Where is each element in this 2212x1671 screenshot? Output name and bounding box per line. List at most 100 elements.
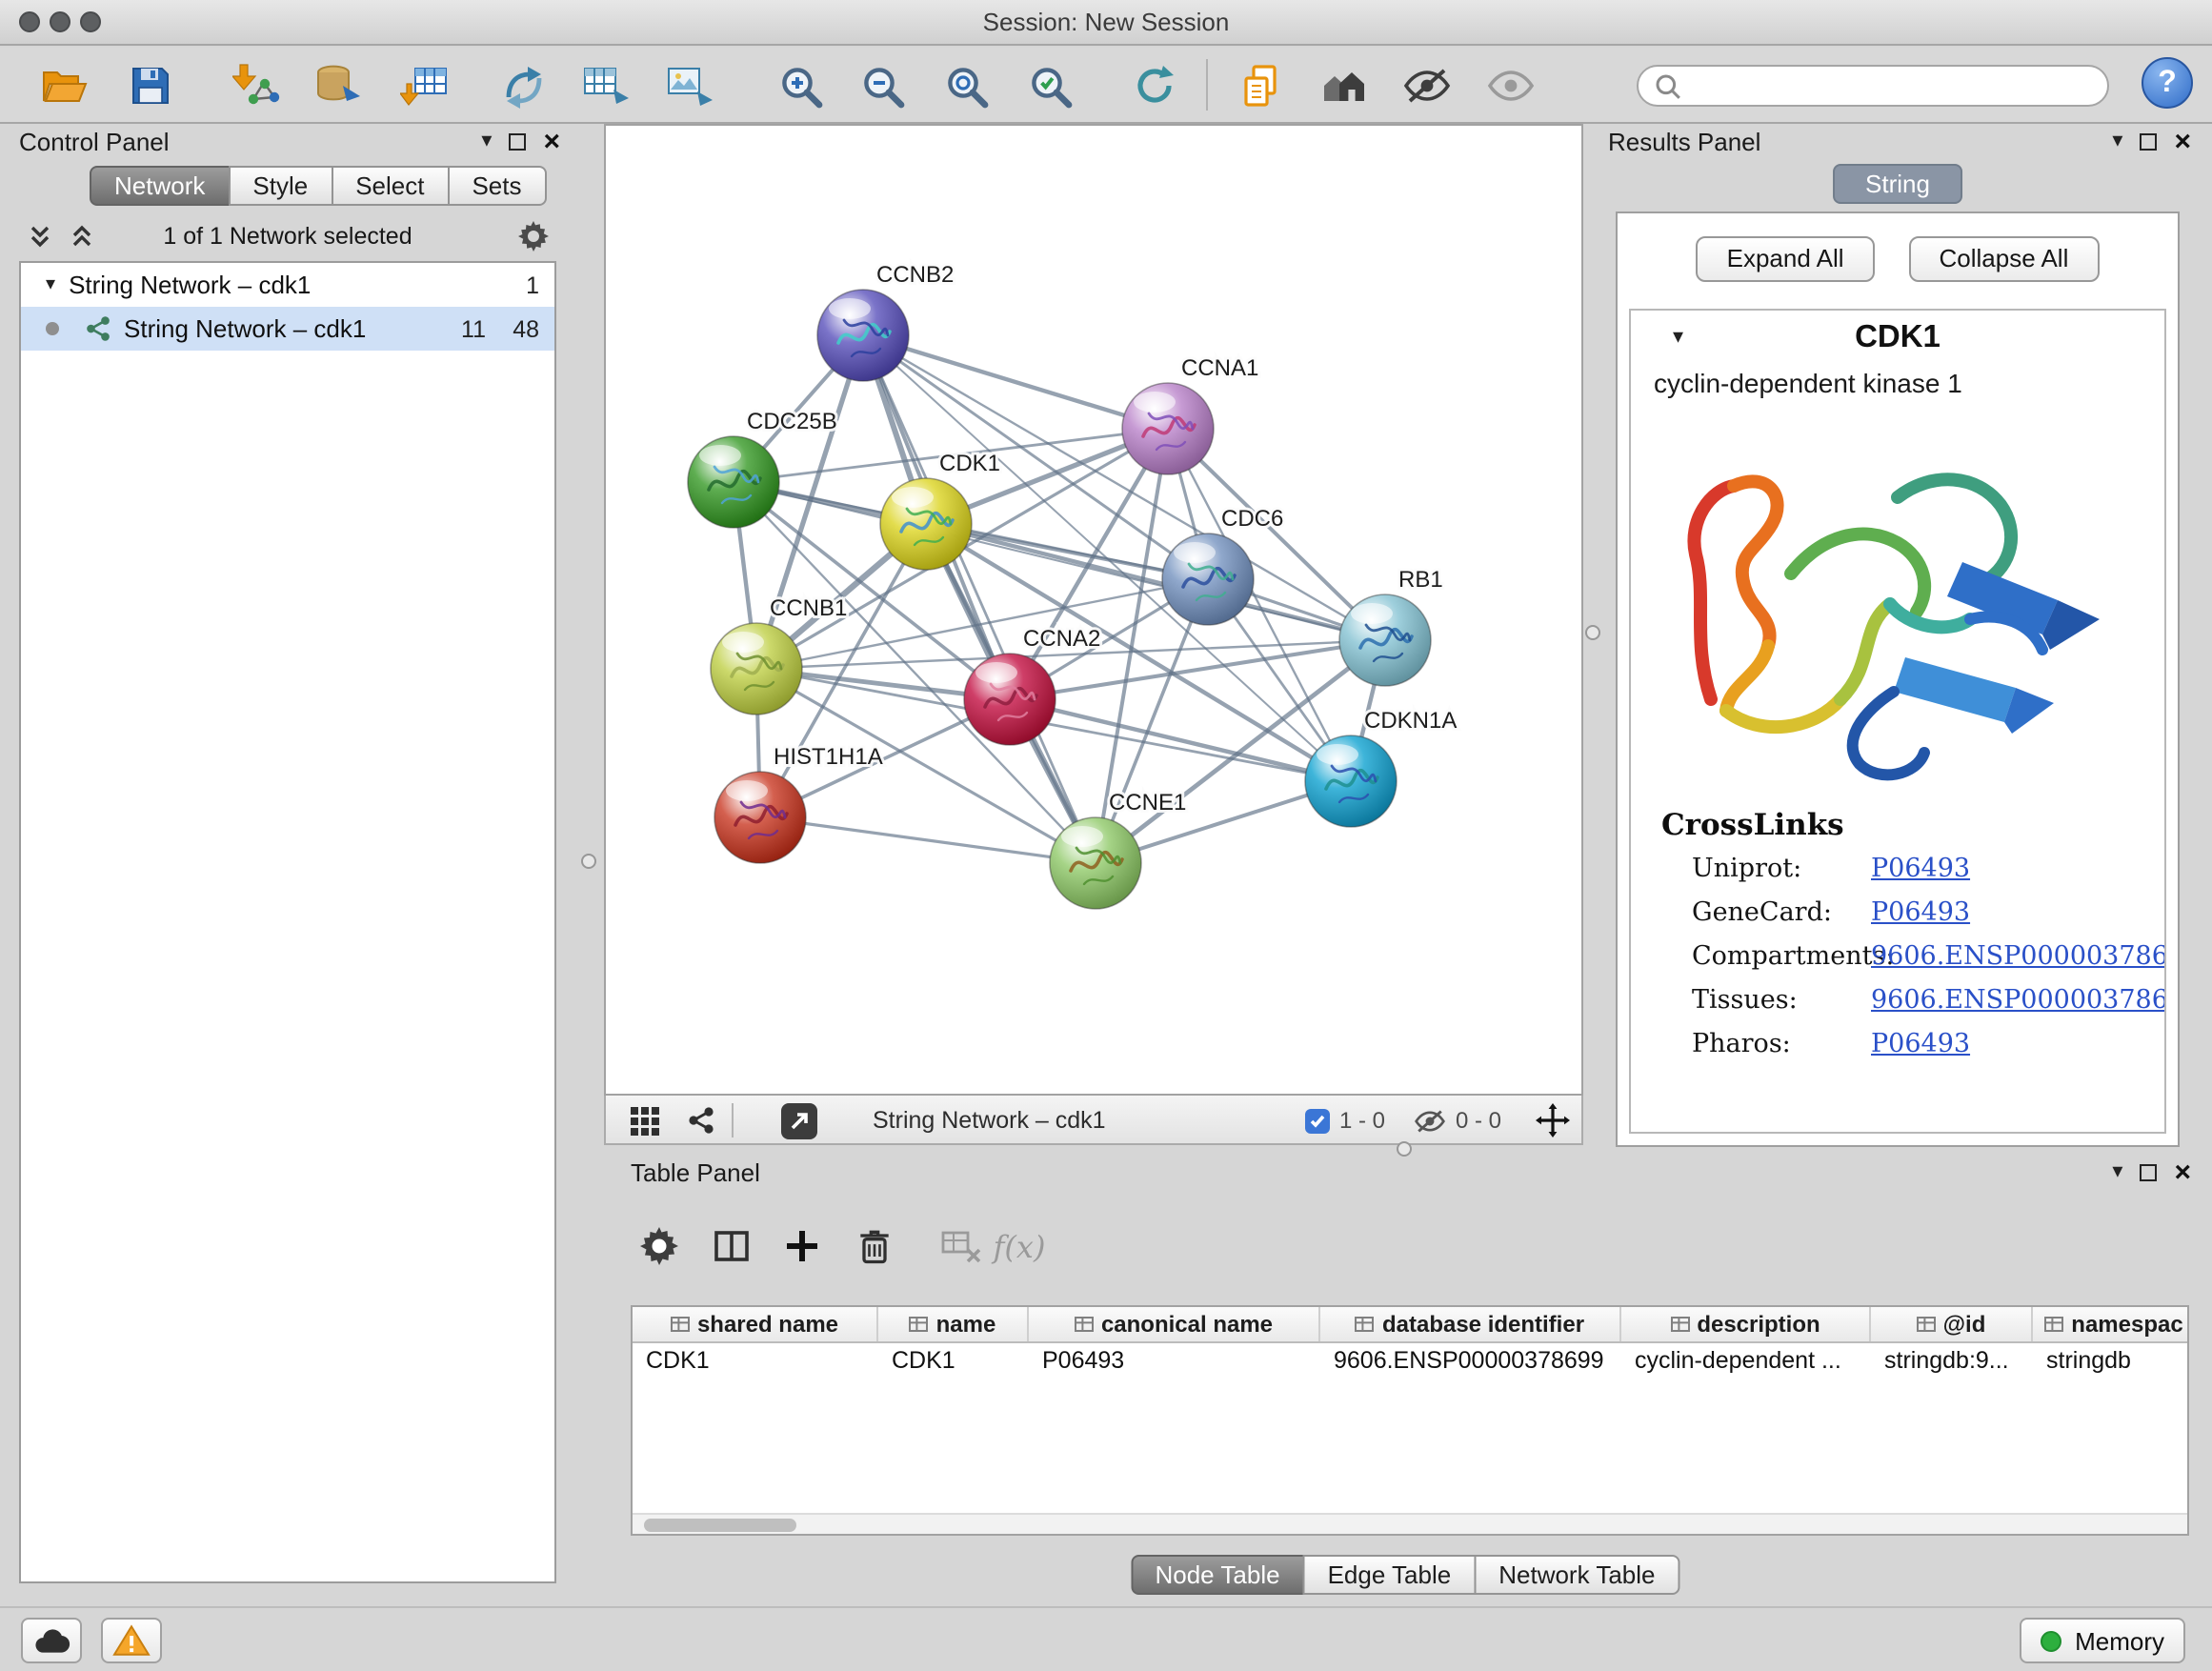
edge-CCNA2-CDKN1A[interactable]: [1010, 699, 1351, 781]
birds-eye-grid-button[interactable]: [629, 1096, 661, 1145]
network-node-ccnb2[interactable]: CCNB2: [817, 262, 954, 381]
copy-document-icon: [1236, 62, 1283, 110]
network-canvas[interactable]: CCNB2CCNA1CDC25BCDK1CDC6RB1CCNB1CCNA2CDK…: [606, 126, 1581, 1094]
panel-menu-icon[interactable]: ▾: [2112, 128, 2122, 154]
edge-HIST1H1A-CCNE1[interactable]: [760, 817, 1096, 863]
home-networks-button[interactable]: [1317, 57, 1374, 114]
gene-section-header[interactable]: ▾ CDK1: [1631, 311, 2164, 364]
bottom-splitter-handle[interactable]: [1397, 1141, 1412, 1157]
results-panel-header: Results Panel ▾ ×: [1600, 124, 2195, 162]
network-view[interactable]: CCNB2CCNA1CDC25BCDK1CDC6RB1CCNB1CCNA2CDK…: [604, 124, 1583, 1096]
delete-column-button[interactable]: [846, 1218, 903, 1275]
help-button[interactable]: ?: [2142, 57, 2193, 109]
hidden-count: 0 - 0: [1456, 1107, 1501, 1134]
network-node-cdc25b[interactable]: CDC25B: [688, 409, 837, 528]
column-header-@id[interactable]: @id: [1871, 1307, 2033, 1341]
zoom-in-button[interactable]: [772, 57, 829, 114]
column-header-description[interactable]: description: [1621, 1307, 1871, 1341]
network-node-rb1[interactable]: RB1: [1339, 567, 1443, 686]
panel-close-icon[interactable]: ×: [2174, 1159, 2191, 1184]
collection-row[interactable]: ▾ String Network – cdk1 1: [21, 263, 554, 307]
selected-checkbox[interactable]: 1 - 0: [1305, 1096, 1385, 1145]
warnings-button[interactable]: [101, 1618, 162, 1663]
table-row[interactable]: CDK1CDK1P064939606.ENSP00000378699cyclin…: [633, 1343, 2187, 1379]
panel-close-icon[interactable]: ×: [2174, 129, 2191, 153]
control-panel-tabs: NetworkStyleSelectSets: [90, 166, 547, 206]
import-network-file-button[interactable]: [229, 57, 286, 114]
right-splitter-handle[interactable]: [1585, 625, 1600, 640]
expand-all-button[interactable]: Expand All: [1697, 236, 1875, 282]
zoom-selected-button[interactable]: [1021, 57, 1078, 114]
share-view-button[interactable]: [686, 1096, 716, 1145]
add-column-button[interactable]: [774, 1218, 831, 1275]
cloud-status-button[interactable]: [21, 1618, 82, 1663]
function-builder-button[interactable]: f(x): [991, 1218, 1048, 1275]
show-all-button[interactable]: [1482, 57, 1539, 114]
network-node-ccna1[interactable]: CCNA1: [1122, 355, 1258, 474]
panel-float-icon[interactable]: [509, 132, 526, 150]
table-settings-button[interactable]: [631, 1218, 688, 1275]
column-header-shared-name[interactable]: shared name: [633, 1307, 878, 1341]
memory-status-dot-icon: [2041, 1630, 2061, 1651]
pan-mode-button[interactable]: [1536, 1096, 1570, 1145]
panel-close-icon[interactable]: ×: [543, 129, 560, 153]
control-panel: Control Panel ▾ × NetworkStyleSelectSets…: [11, 124, 564, 1583]
search-input[interactable]: [1692, 70, 2092, 101]
network-node-cdc6[interactable]: CDC6: [1162, 506, 1283, 625]
panel-menu-icon[interactable]: ▾: [481, 128, 492, 154]
crosslink-genecard-link[interactable]: P06493: [1871, 897, 1970, 928]
open-in-window-button[interactable]: [781, 1096, 817, 1145]
panel-menu-icon[interactable]: ▾: [2112, 1158, 2122, 1185]
column-header-database-identifier[interactable]: database identifier: [1320, 1307, 1621, 1341]
open-session-button[interactable]: [36, 57, 93, 114]
crosslink-compartments-link[interactable]: 9606.ENSP00000378699: [1871, 941, 2166, 972]
tab-sets[interactable]: Sets: [447, 166, 546, 206]
gear-icon[interactable]: [518, 221, 549, 261]
crosslink-uniprot-link[interactable]: P06493: [1871, 854, 1970, 884]
column-header-canonical-name[interactable]: canonical name: [1029, 1307, 1320, 1341]
delete-table-button[interactable]: [934, 1218, 991, 1275]
edge-CCNB2-CCNE1[interactable]: [863, 335, 1096, 863]
tab-network[interactable]: Network: [90, 166, 230, 206]
disclosure-triangle-icon[interactable]: ▾: [46, 274, 55, 295]
tab-style[interactable]: Style: [228, 166, 332, 206]
import-table-button[interactable]: [396, 57, 453, 114]
tab-node-table[interactable]: Node Table: [1130, 1555, 1304, 1595]
copy-document-button[interactable]: [1231, 57, 1288, 114]
table-panel-header: Table Panel ▾ ×: [615, 1155, 2195, 1193]
panel-float-icon[interactable]: [2140, 1163, 2157, 1180]
crosslink-tissues-link[interactable]: 9606.ENSP00000378699: [1871, 985, 2166, 1016]
hidden-indicator[interactable]: 0 - 0: [1414, 1096, 1501, 1145]
zoom-fit-button[interactable]: [937, 57, 995, 114]
horizontal-scrollbar[interactable]: [633, 1513, 2187, 1534]
network-node-cdkn1a[interactable]: CDKN1A: [1305, 708, 1457, 827]
column-header-namespac[interactable]: namespac: [2033, 1307, 2189, 1341]
collapse-all-button[interactable]: Collapse All: [1909, 236, 2100, 282]
export-image-button[interactable]: [661, 57, 718, 114]
hide-selected-button[interactable]: [1398, 57, 1456, 114]
memory-button[interactable]: Memory: [2020, 1618, 2185, 1663]
tab-network-table[interactable]: Network Table: [1474, 1555, 1679, 1595]
refresh-layout-button[interactable]: [1126, 57, 1183, 114]
column-header-name[interactable]: name: [878, 1307, 1029, 1341]
crosslink-pharos-link[interactable]: P06493: [1871, 1029, 1970, 1059]
gear-icon: [640, 1227, 678, 1265]
network-node-cdk1[interactable]: CDK1: [880, 451, 1000, 570]
tab-edge-table[interactable]: Edge Table: [1303, 1555, 1477, 1595]
show-columns-button[interactable]: [703, 1218, 760, 1275]
left-splitter-handle[interactable]: [581, 854, 596, 869]
tab-select[interactable]: Select: [331, 166, 449, 206]
panel-float-icon[interactable]: [2140, 132, 2157, 150]
import-network-database-button[interactable]: [311, 57, 368, 114]
tab-string[interactable]: String: [1833, 164, 1962, 204]
zoom-out-button[interactable]: [854, 57, 911, 114]
view-toolbar-separator: [732, 1096, 734, 1145]
save-session-button[interactable]: [122, 57, 179, 114]
selected-count: 1 - 0: [1339, 1107, 1385, 1134]
edge-CCNB2-CCNA1[interactable]: [863, 335, 1168, 429]
network-row[interactable]: String Network – cdk1 11 48: [21, 307, 554, 351]
scrollbar-thumb[interactable]: [644, 1519, 796, 1532]
network-node-hist1h1a[interactable]: HIST1H1A: [714, 744, 883, 863]
export-table-button[interactable]: [577, 57, 634, 114]
new-network-from-selection-button[interactable]: [495, 57, 553, 114]
